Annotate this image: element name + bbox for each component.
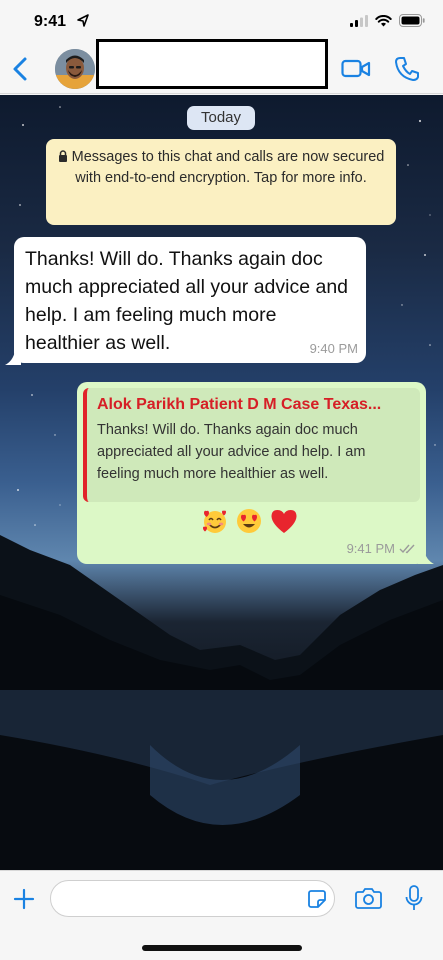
outgoing-message-meta: 9:41 PM bbox=[347, 541, 417, 556]
encryption-notice-text: Messages to this chat and calls are now … bbox=[71, 149, 385, 186]
incoming-message-time: 9:40 PM bbox=[309, 341, 358, 356]
emoji-row bbox=[201, 507, 299, 535]
contact-name[interactable] bbox=[96, 39, 328, 89]
signal-icon bbox=[350, 14, 368, 27]
wifi-icon bbox=[375, 14, 392, 26]
date-label: Today bbox=[187, 106, 255, 130]
quoted-message[interactable]: Alok Parikh Patient D M Case Texas... Th… bbox=[83, 388, 420, 502]
lock-icon bbox=[58, 150, 67, 162]
chat-header bbox=[0, 39, 443, 94]
chat-area[interactable]: Today Messages to this chat and calls ar… bbox=[0, 95, 443, 870]
quoted-text: Thanks! Will do. Thanks again doc much a… bbox=[97, 422, 366, 482]
red-heart-emoji bbox=[271, 510, 297, 533]
battery-icon bbox=[399, 14, 425, 27]
microphone-icon[interactable] bbox=[405, 885, 423, 912]
incoming-message-text: Thanks! Will do. Thanks again doc much a… bbox=[25, 248, 349, 354]
status-icons bbox=[350, 14, 425, 27]
camera-icon[interactable] bbox=[355, 887, 382, 909]
phone-call-icon[interactable] bbox=[394, 56, 420, 82]
video-call-icon[interactable] bbox=[341, 58, 371, 80]
status-bar: 9:41 bbox=[0, 0, 443, 44]
smiling-face-with-hearts-emoji bbox=[203, 510, 226, 533]
status-time: 9:41 bbox=[34, 13, 67, 30]
heart-eyes-emoji bbox=[237, 509, 261, 533]
incoming-message[interactable]: Thanks! Will do. Thanks again doc much a… bbox=[14, 237, 366, 363]
encryption-notice[interactable]: Messages to this chat and calls are now … bbox=[46, 139, 396, 225]
outgoing-message[interactable]: Alok Parikh Patient D M Case Texas... Th… bbox=[77, 382, 426, 564]
input-bar bbox=[0, 870, 443, 960]
avatar-photo bbox=[55, 49, 95, 89]
outgoing-message-time: 9:41 PM bbox=[346, 541, 395, 556]
message-input[interactable] bbox=[50, 880, 335, 917]
plus-icon[interactable] bbox=[12, 887, 36, 911]
home-indicator bbox=[142, 945, 302, 951]
quoted-author: Alok Parikh Patient D M Case Texas... bbox=[97, 396, 382, 413]
contact-avatar[interactable] bbox=[55, 49, 95, 89]
sticker-icon[interactable] bbox=[307, 889, 327, 909]
read-double-check-icon bbox=[399, 544, 415, 553]
back-chevron-icon[interactable] bbox=[10, 56, 32, 82]
location-arrow-icon bbox=[77, 14, 89, 27]
